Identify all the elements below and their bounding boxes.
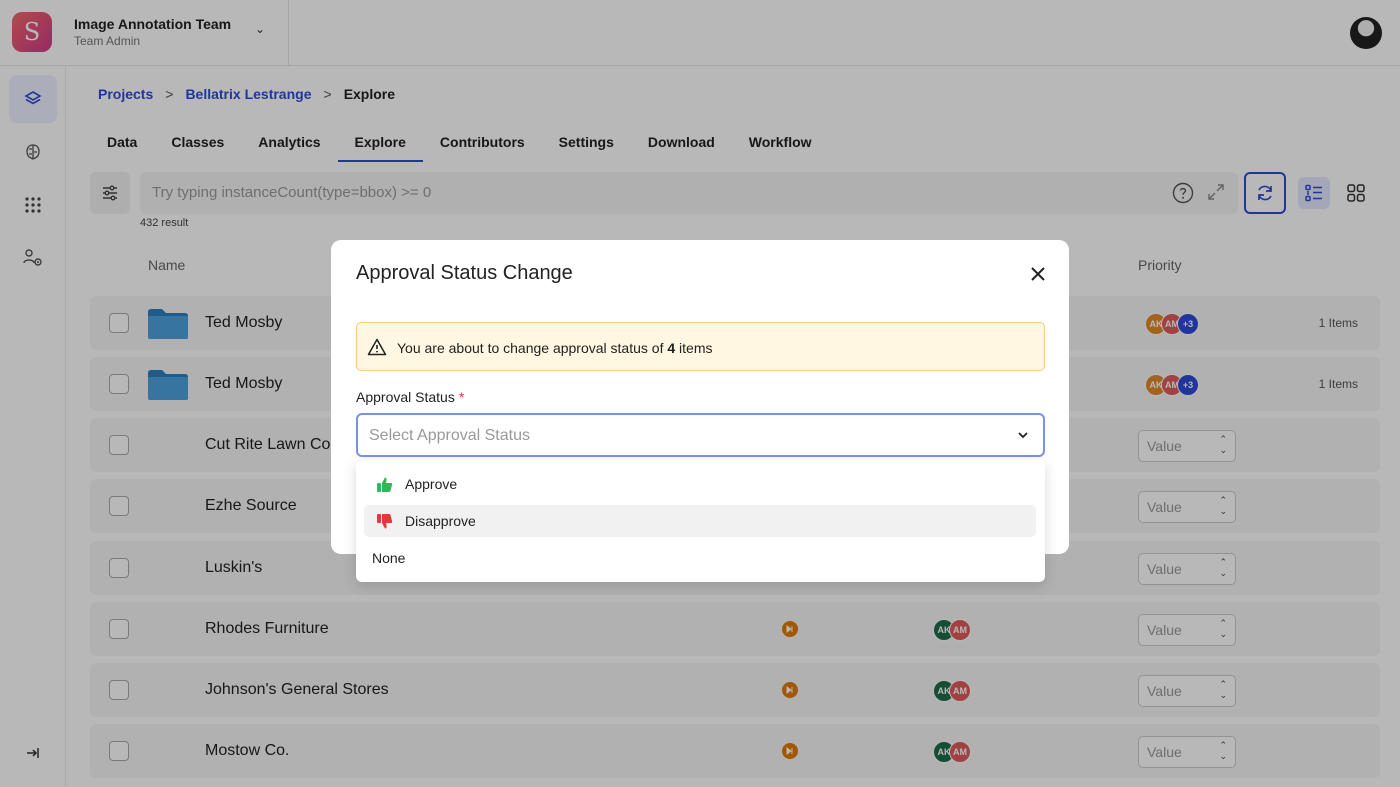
field-label-text: Approval Status [356,389,455,405]
approval-status-label: Approval Status * [356,389,464,405]
thumbs-down-icon [377,513,393,528]
option-disapprove[interactable]: Disapprove [364,505,1036,537]
warning-icon [367,338,387,356]
option-label: Approve [405,476,458,492]
modal-title: Approval Status Change [356,262,573,284]
approval-status-select[interactable]: Select Approval Status [356,413,1045,457]
required-asterisk: * [458,389,465,405]
chevron-down-icon [1018,432,1028,439]
option-none[interactable]: None [364,542,1036,574]
warning-count: 4 [667,340,676,356]
select-placeholder: Select Approval Status [369,427,530,444]
warning-banner: You are about to change approval status … [356,322,1045,371]
option-label: None [372,550,406,566]
warning-suffix: items [675,340,713,356]
thumbs-up-icon [377,477,393,492]
option-approve[interactable]: Approve [364,468,1036,500]
close-icon [1031,267,1045,281]
warning-prefix: You are about to change approval status … [397,340,668,356]
approval-status-dropdown: Approve Disapprove None [356,460,1045,582]
warning-text: You are about to change approval status … [397,340,713,356]
close-button[interactable] [1026,262,1050,286]
option-label: Disapprove [405,513,476,529]
